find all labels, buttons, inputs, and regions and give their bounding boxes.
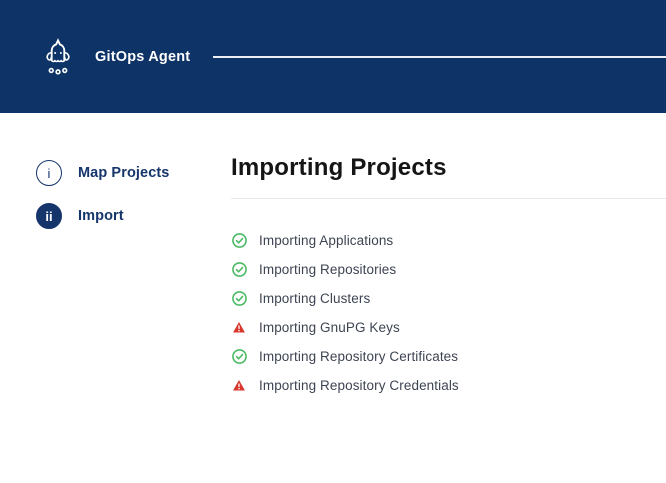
app-title: GitOps Agent — [95, 49, 190, 65]
import-item-label: Importing Clusters — [259, 291, 370, 306]
import-status-row: Importing Applications — [231, 226, 666, 255]
main-content: Importing Projects Importing Applic — [231, 113, 666, 483]
status-icon — [231, 262, 247, 278]
status-icon — [231, 378, 247, 394]
import-status-row: Importing Repositories — [231, 255, 666, 284]
sidebar-step-import[interactable]: ii Import — [36, 203, 231, 229]
check-circle-icon — [232, 291, 247, 306]
import-status-row: Importing GnuPG Keys — [231, 313, 666, 342]
status-icon — [231, 349, 247, 365]
import-item-label: Importing Repositories — [259, 262, 396, 277]
import-item-label: Importing GnuPG Keys — [259, 320, 400, 335]
app-header: GitOps Agent — [0, 0, 666, 113]
status-icon — [231, 233, 247, 249]
step-label: Map Projects — [78, 165, 169, 181]
warning-triangle-icon — [232, 321, 246, 334]
import-status-list: Importing Applications Importing Reposit… — [231, 226, 666, 400]
warning-triangle-icon — [232, 379, 246, 392]
import-item-label: Importing Repository Credentials — [259, 378, 459, 393]
check-circle-icon — [232, 349, 247, 364]
gitops-squid-logo-icon — [40, 35, 76, 79]
import-item-label: Importing Applications — [259, 233, 393, 248]
header-divider-line — [213, 56, 666, 58]
import-status-row: Importing Repository Credentials — [231, 371, 666, 400]
check-circle-icon — [232, 233, 247, 248]
step-label: Import — [78, 208, 124, 224]
step-number-badge: ii — [36, 203, 62, 229]
check-circle-icon — [232, 262, 247, 277]
wizard-steps-sidebar: i Map Projects ii Import — [0, 113, 231, 483]
title-divider-line — [231, 198, 666, 199]
sidebar-step-map-projects[interactable]: i Map Projects — [36, 160, 231, 186]
import-status-row: Importing Clusters — [231, 284, 666, 313]
page-title: Importing Projects — [231, 153, 666, 183]
import-item-label: Importing Repository Certificates — [259, 349, 458, 364]
status-icon — [231, 320, 247, 336]
import-status-row: Importing Repository Certificates — [231, 342, 666, 371]
step-number-badge: i — [36, 160, 62, 186]
page-body: i Map Projects ii Import Importing Proje… — [0, 113, 666, 483]
status-icon — [231, 291, 247, 307]
